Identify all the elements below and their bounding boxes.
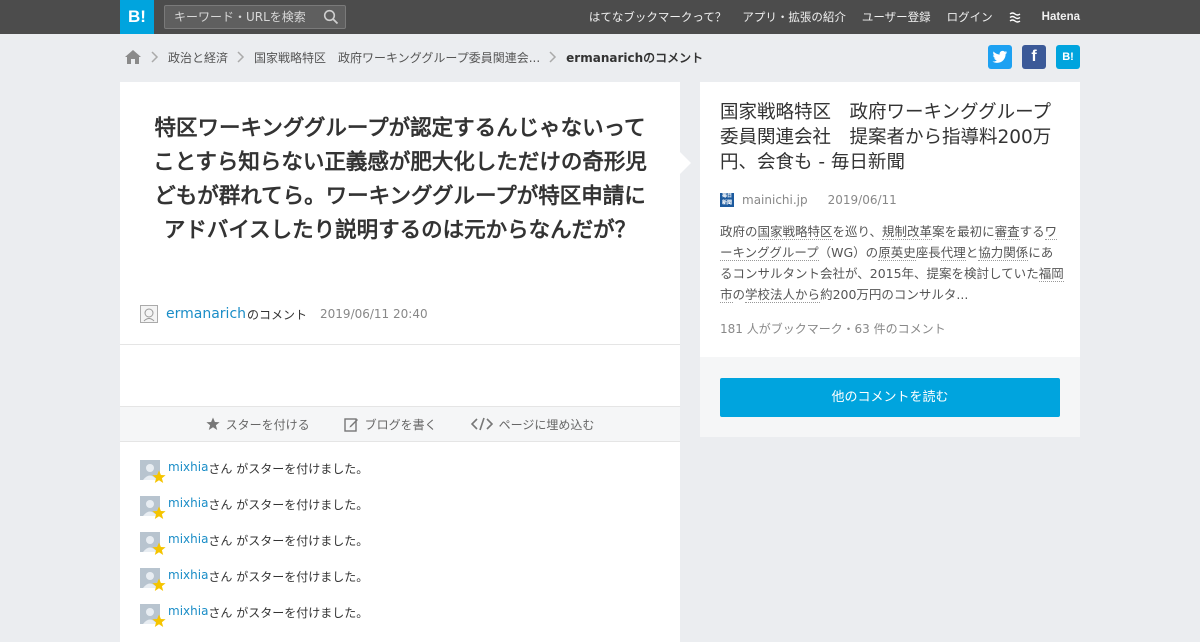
hatena-link[interactable]: Hatena: [1009, 11, 1080, 23]
avatar[interactable]: [140, 496, 166, 519]
divider: [120, 344, 680, 345]
chevron-right-icon: [544, 45, 562, 69]
nav-apps[interactable]: アプリ・拡張の紹介: [742, 9, 846, 25]
entry-date: 2019/06/11: [827, 193, 897, 207]
embed-label: ページに埋め込む: [498, 417, 595, 432]
search-box[interactable]: [164, 5, 346, 29]
read-more-comments-button[interactable]: 他のコメントを読む: [720, 378, 1060, 417]
keyword-link[interactable]: 協力関係: [978, 245, 1029, 261]
chevron-right-icon: [146, 45, 164, 69]
search-input[interactable]: [165, 6, 315, 28]
star-text: さん がスターを付けました。: [208, 462, 369, 476]
entry-card: 国家戦略特区 政府ワーキンググループ委員関連会社 提案者から指導料200万円、会…: [700, 82, 1080, 357]
star-user-link[interactable]: mixhia: [168, 532, 208, 546]
write-blog-label: ブログを書く: [364, 417, 437, 432]
summary-text: する: [1019, 224, 1045, 239]
keyword-link[interactable]: 審査: [994, 224, 1020, 240]
star-list: mixhia さん がスターを付けました。 mixhia さん がスターを付けま…: [140, 460, 368, 640]
star-text: さん がスターを付けました。: [208, 570, 369, 584]
facebook-share-button[interactable]: f: [1022, 45, 1046, 69]
star-icon: [152, 470, 166, 483]
keyword-link[interactable]: 規制改革: [882, 224, 933, 240]
nav-register[interactable]: ユーザー登録: [862, 9, 931, 25]
write-blog-button[interactable]: ブログを書く: [343, 416, 437, 433]
star-text: さん がスターを付けました。: [208, 606, 369, 620]
code-icon: [470, 417, 493, 431]
search-icon[interactable]: [323, 9, 339, 25]
chevron-right-icon: [232, 45, 250, 69]
star-icon: [152, 578, 166, 591]
star-text: さん がスターを付けました。: [208, 498, 369, 512]
comment-user-link[interactable]: ermanarich: [166, 306, 246, 322]
nav-login[interactable]: ログイン: [947, 9, 993, 25]
keyword-link[interactable]: 国家戦略特区: [757, 224, 833, 240]
star-icon: [152, 542, 166, 555]
summary-text: 座長: [915, 245, 941, 260]
entry-panel: 国家戦略特区 政府ワーキンググループ委員関連会社 提案者から指導料200万円、会…: [700, 82, 1080, 437]
breadcrumb-current: ermanarichのコメント: [566, 50, 704, 65]
star-text: さん がスターを付けました。: [208, 534, 369, 548]
comment-text: 特区ワーキンググループが認定するんじゃないってことすら知らない正義感が肥大化した…: [153, 116, 647, 243]
star-icon: [205, 417, 220, 430]
hatena-bookmark-share-button[interactable]: B!: [1056, 45, 1080, 69]
breadcrumb-entry[interactable]: 国家戦略特区 政府ワーキンググループ委員関連会...: [254, 49, 540, 66]
summary-text: と: [965, 245, 979, 260]
keyword-link[interactable]: 代理: [940, 245, 966, 261]
panel-pointer: [680, 152, 691, 174]
star-user-link[interactable]: mixhia: [168, 460, 208, 474]
keyword-link[interactable]: 原英史: [878, 245, 916, 261]
star-user-link[interactable]: mixhia: [168, 604, 208, 618]
summary-text: 約200万円のコンサルタ...: [820, 287, 969, 302]
home-icon[interactable]: [124, 49, 142, 65]
list-item: mixhia さん がスターを付けました。: [140, 568, 368, 604]
top-bar: B! はてなブックマークって？ アプリ・拡張の紹介 ユーザー登録 ログイン Ha…: [0, 0, 1200, 34]
breadcrumb: 政治と経済 国家戦略特区 政府ワーキンググループ委員関連会... ermanar…: [124, 45, 703, 69]
top-nav: はてなブックマークって？ アプリ・拡張の紹介 ユーザー登録 ログイン Haten…: [573, 0, 1080, 34]
edit-icon: [343, 417, 358, 432]
embed-button[interactable]: ページに埋め込む: [470, 416, 595, 433]
star-icon: [152, 506, 166, 519]
summary-text: （WG）の: [818, 245, 879, 260]
avatar[interactable]: [140, 305, 158, 323]
share-buttons: f B!: [978, 45, 1080, 69]
keyword-link[interactable]: 学校法人: [745, 287, 796, 303]
comment-suffix: のコメント: [247, 307, 308, 322]
avatar[interactable]: [140, 568, 166, 591]
comment-panel: 特区ワーキンググループが認定するんじゃないってことすら知らない正義感が肥大化した…: [120, 82, 680, 642]
entry-summary: 政府の国家戦略特区を巡り、規制改革案を最初に審査するワーキンググループ（WG）の…: [720, 221, 1065, 305]
twitter-icon: [992, 50, 1007, 63]
add-star-label: スターを付ける: [225, 417, 310, 432]
star-icon: [152, 614, 166, 627]
add-star-button[interactable]: スターを付ける: [205, 416, 310, 433]
twitter-share-button[interactable]: [988, 45, 1012, 69]
breadcrumb-category[interactable]: 政治と経済: [168, 49, 228, 66]
hatena-bookmark-logo[interactable]: B!: [120, 0, 154, 34]
nav-about[interactable]: はてなブックマークって？: [589, 9, 726, 25]
hatena-label: Hatena: [1041, 11, 1080, 23]
avatar[interactable]: [140, 532, 166, 555]
entry-title-link[interactable]: 国家戦略特区 政府ワーキンググループ委員関連会社 提案者から指導料200万円、会…: [720, 100, 1065, 175]
list-item: mixhia さん がスターを付けました。: [140, 496, 368, 532]
entry-source: 毎日新聞 mainichi.jp 2019/06/11: [720, 192, 897, 208]
star-user-link[interactable]: mixhia: [168, 496, 208, 510]
mainichi-favicon-icon: 毎日新聞: [720, 193, 734, 207]
summary-text: の: [732, 287, 746, 302]
avatar[interactable]: [140, 604, 166, 627]
action-bar: スターを付ける ブログを書く ページに埋め込む: [120, 406, 680, 442]
keyword-link[interactable]: から: [795, 287, 821, 303]
list-item: mixhia さん がスターを付けました。: [140, 460, 368, 496]
star-user-link[interactable]: mixhia: [168, 568, 208, 582]
entry-counts[interactable]: 181 人がブックマーク・63 件のコメント: [720, 320, 946, 337]
comment-date[interactable]: 2019/06/11 20:40: [320, 307, 428, 321]
hatena-waves-icon: [1009, 12, 1021, 23]
summary-text: を巡り、: [832, 224, 883, 239]
list-item: mixhia さん がスターを付けました。: [140, 604, 368, 640]
entry-domain[interactable]: mainichi.jp: [742, 193, 808, 207]
avatar[interactable]: [140, 460, 166, 483]
summary-text: 案を最初に: [932, 224, 995, 239]
summary-text: 政府の: [720, 224, 758, 239]
comment-meta: ermanarich のコメント 2019/06/11 20:40: [140, 304, 428, 324]
list-item: mixhia さん がスターを付けました。: [140, 532, 368, 568]
